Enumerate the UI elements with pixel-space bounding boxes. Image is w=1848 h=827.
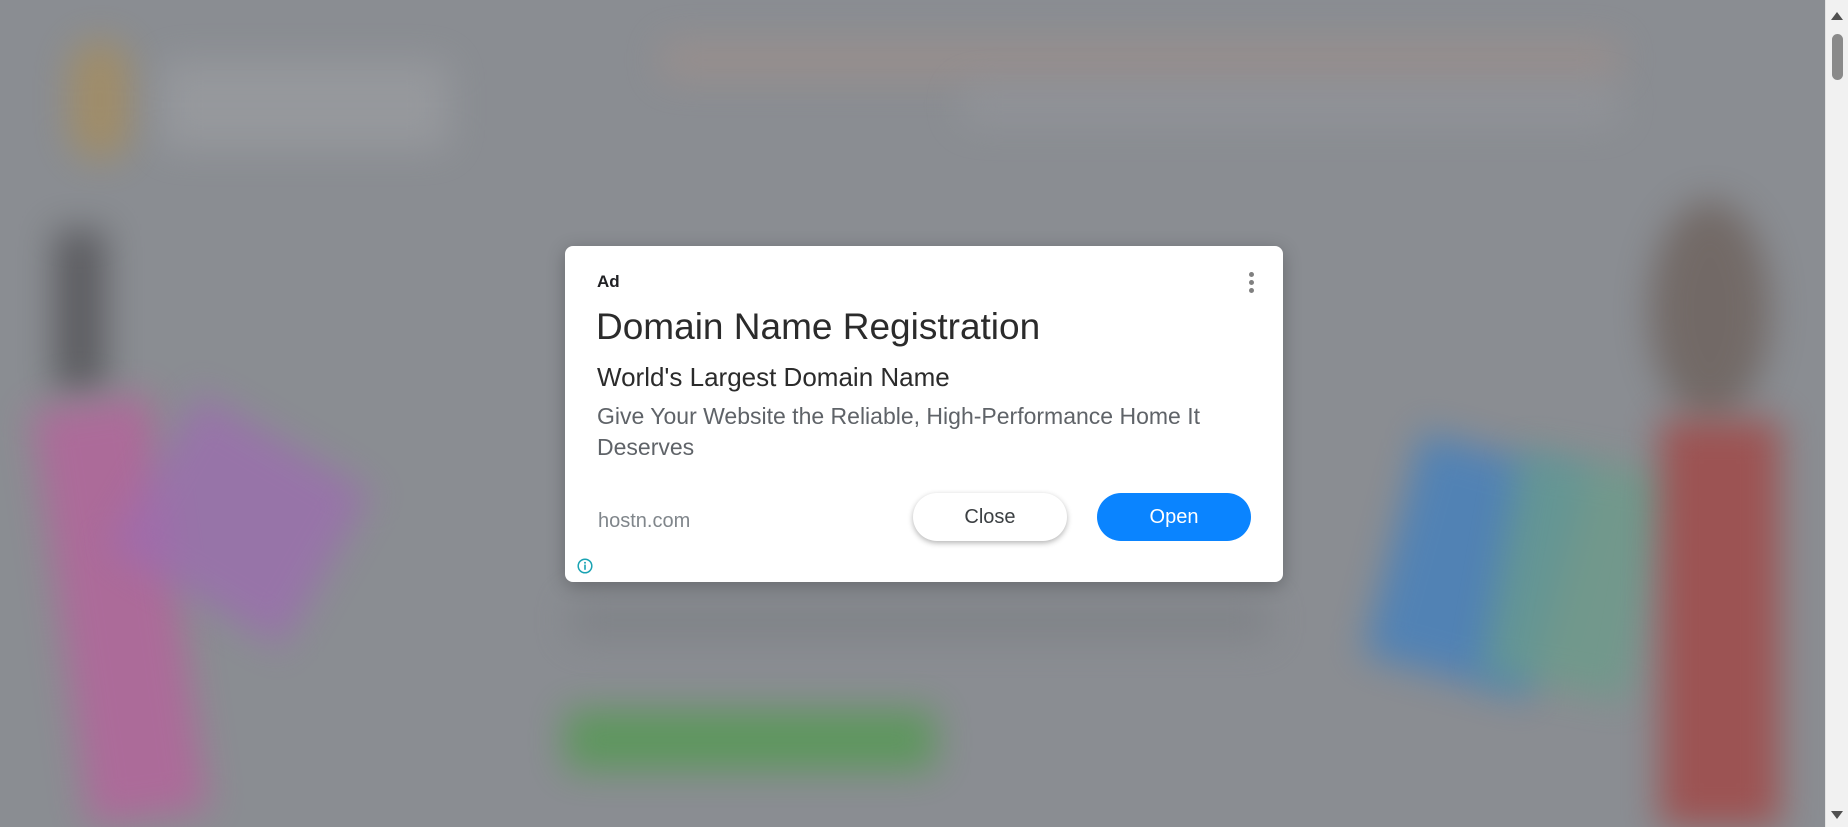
page-scrollbar[interactable] xyxy=(1825,0,1848,827)
background-text-block xyxy=(570,600,1270,640)
scrollbar-thumb[interactable] xyxy=(1832,34,1843,80)
background-navigation-secondary xyxy=(960,85,1620,125)
scroll-down-arrow-icon[interactable] xyxy=(1831,811,1843,819)
ad-subheadline[interactable]: World's Largest Domain Name xyxy=(597,362,950,393)
background-logo xyxy=(70,40,130,160)
info-icon[interactable] xyxy=(577,558,593,574)
ad-headline[interactable]: Domain Name Registration xyxy=(596,306,1040,348)
background-logo-text xyxy=(160,60,450,150)
scroll-up-arrow-icon[interactable] xyxy=(1831,12,1843,20)
ad-description[interactable]: Give Your Website the Reliable, High-Per… xyxy=(597,401,1247,463)
background-cta-button xyxy=(565,710,935,770)
ad-display-domain[interactable]: hostn.com xyxy=(598,510,690,533)
close-button[interactable]: Close xyxy=(913,493,1067,541)
open-button[interactable]: Open xyxy=(1097,493,1251,541)
background-navigation xyxy=(660,40,1620,80)
ad-dialog: Ad Domain Name Registration World's Larg… xyxy=(565,246,1283,582)
background-left-figure xyxy=(55,230,105,390)
background-right-figure-head xyxy=(1650,200,1770,420)
more-vert-icon[interactable] xyxy=(1245,270,1257,300)
page-backdrop: Ad Domain Name Registration World's Larg… xyxy=(0,0,1848,827)
background-right-figure-body xyxy=(1660,420,1780,827)
ad-label: Ad xyxy=(597,272,620,291)
